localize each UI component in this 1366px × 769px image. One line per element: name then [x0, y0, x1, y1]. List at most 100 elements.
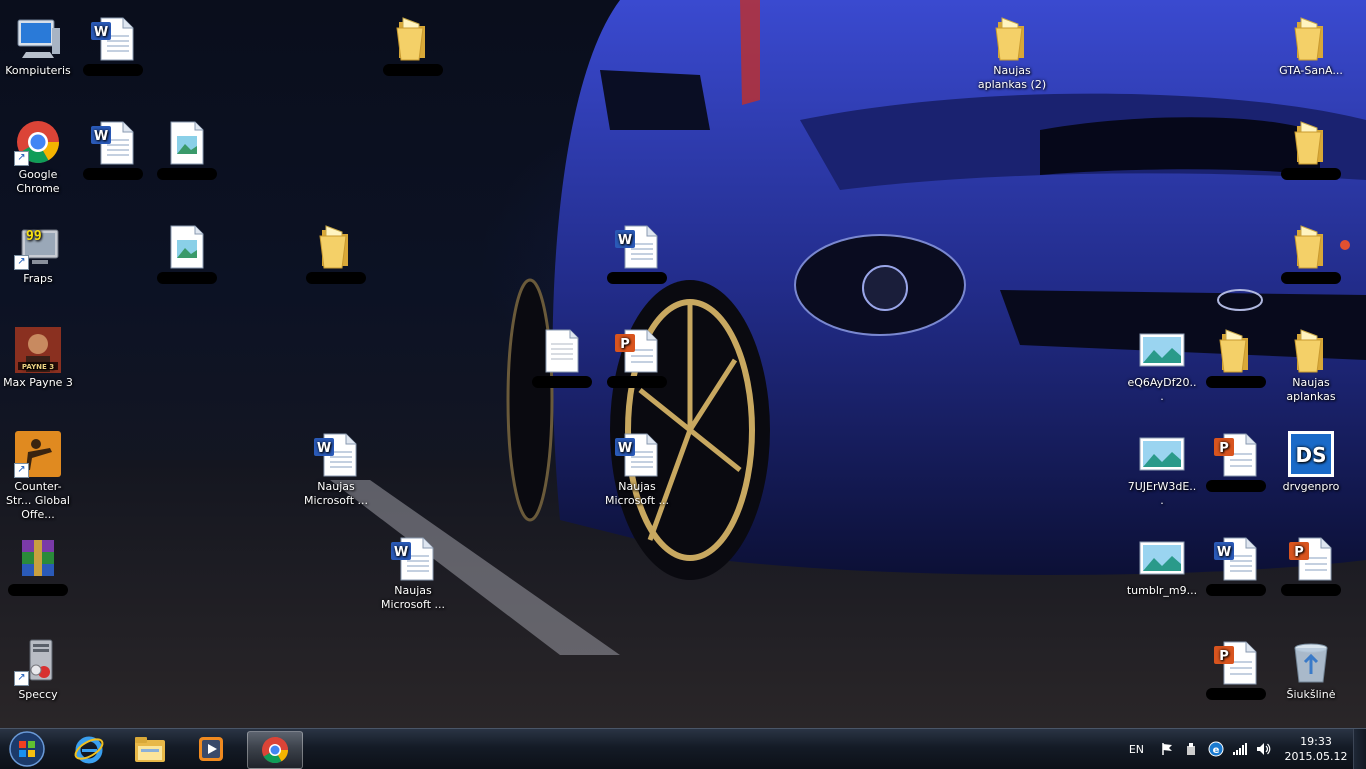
computer-icon [14, 14, 62, 62]
desktop-icon-label: Fraps [23, 272, 53, 285]
desktop-icon-folder[interactable] [1198, 320, 1274, 388]
desktop-icon-powerpoint[interactable]: P [1273, 528, 1349, 596]
media-player-icon [199, 737, 223, 761]
desktop-icon-folder[interactable]: GTA-SanA... [1273, 8, 1349, 78]
desktop-icon-recycle[interactable]: Šiukšlinė [1273, 632, 1349, 702]
desktop-icon-csgo[interactable]: ↗ Counter-Str... Global Offe... [0, 424, 76, 522]
desktop-icon-powerpoint[interactable]: P [1198, 632, 1274, 700]
word-icon: W [312, 430, 360, 478]
svg-text:W: W [94, 25, 108, 40]
word-icon: W [1212, 534, 1260, 582]
svg-text:99: 99 [26, 229, 42, 244]
svg-text:W: W [317, 441, 331, 456]
show-desktop-button[interactable] [1353, 729, 1366, 769]
taskbar-google-chrome[interactable] [247, 731, 303, 769]
desktop-icon-word[interactable]: W [1198, 528, 1274, 596]
svg-text:P: P [1294, 545, 1304, 560]
language-indicator[interactable]: EN [1129, 743, 1144, 756]
desktop-icon-powerpoint[interactable]: P [599, 320, 675, 388]
desktop-icon-word[interactable]: W [75, 8, 151, 76]
desktop-icon-chrome[interactable]: ↗ Google Chrome [0, 112, 76, 196]
desktop-icon-image[interactable]: eQ6AyDf20... [1124, 320, 1200, 404]
desktop-icon-folder[interactable] [298, 216, 374, 284]
csgo-icon: ↗ [14, 430, 62, 478]
chrome-icon [262, 737, 289, 764]
word-icon: W [613, 430, 661, 478]
taskbar-windows-explorer[interactable] [123, 731, 177, 767]
taskbar-internet-explorer[interactable] [62, 731, 116, 767]
powerpoint-icon: P [1212, 430, 1260, 478]
folder-icon [1287, 222, 1335, 270]
network-signal-icon[interactable] [1232, 742, 1248, 756]
redacted-label [607, 272, 667, 284]
taskbar-media-player[interactable] [184, 731, 238, 767]
redacted-label [8, 584, 68, 596]
desktop-icon-image[interactable]: tumblr_m9... [1124, 528, 1200, 598]
image-icon [1138, 534, 1186, 582]
svg-text:DS: DS [1295, 443, 1326, 467]
clock-date: 2015.05.12 [1284, 750, 1348, 763]
desktop-icon-computer[interactable]: Kompiuteris [0, 8, 76, 78]
redacted-label [1206, 376, 1266, 388]
desktop-icon-label: Counter-Str... Global Offe... [6, 480, 70, 521]
desktop-icon-word[interactable]: W [75, 112, 151, 180]
redacted-label [306, 272, 366, 284]
desktop-icon-folder[interactable] [375, 8, 451, 76]
action-center-flag-icon[interactable] [1160, 742, 1174, 756]
desktop-icon-word[interactable]: W Naujas Microsoft ... [375, 528, 451, 612]
desktop-icon-folder[interactable] [1273, 112, 1349, 180]
desktop-icon-ds[interactable]: DS drvgenpro [1273, 424, 1349, 494]
desktop-icon-label: Kompiuteris [5, 64, 71, 77]
volume-speaker-icon[interactable] [1256, 742, 1272, 756]
desktop-icon-text[interactable] [524, 320, 600, 388]
desktop-icon-word[interactable]: W [599, 216, 675, 284]
svg-text:W: W [394, 545, 408, 560]
desktop-icon-image[interactable]: 7UJErW3dE... [1124, 424, 1200, 508]
shortcut-arrow-icon: ↗ [14, 255, 29, 270]
redacted-label [83, 168, 143, 180]
winrar-icon [14, 534, 62, 582]
text-icon [538, 326, 586, 374]
word-icon: W [89, 14, 137, 62]
desktop-icon-winrar[interactable] [0, 528, 76, 596]
redacted-label [1281, 272, 1341, 284]
redacted-label [1281, 168, 1341, 180]
taskbar: EN e 19:33 2015.05.12 [0, 728, 1366, 769]
doc-image-icon [163, 222, 211, 270]
clock[interactable]: 19:33 2015.05.12 [1284, 734, 1348, 764]
desktop-icon-folder[interactable]: Naujas aplankas (2) [974, 8, 1050, 92]
svg-text:e: e [1213, 745, 1220, 756]
safely-remove-hardware-icon[interactable] [1184, 742, 1198, 756]
desktop-icon-label: tumblr_m9... [1126, 584, 1198, 597]
shortcut-arrow-icon: ↗ [14, 151, 29, 166]
desktop-icon-doc-image[interactable] [149, 216, 225, 284]
start-button[interactable] [2, 731, 52, 767]
desktop-icon-doc-image[interactable] [149, 112, 225, 180]
desktop-icon-maxpayne[interactable]: PAYNE 3 Max Payne 3 [0, 320, 76, 390]
desktop-icon-word[interactable]: W Naujas Microsoft ... [599, 424, 675, 508]
system-tray: EN e 19:33 2015.05.12 [1129, 729, 1366, 769]
folder-icon [1287, 14, 1335, 62]
desktop-icon-label: Max Payne 3 [3, 376, 73, 389]
windows-orb-icon [9, 731, 45, 767]
redacted-label [1206, 688, 1266, 700]
desktop-icon-label: Šiukšlinė [1286, 688, 1336, 701]
svg-text:W: W [1217, 545, 1231, 560]
desktop-icon-folder[interactable] [1273, 216, 1349, 284]
svg-text:W: W [618, 441, 632, 456]
desktop-icon-word[interactable]: W Naujas Microsoft ... [298, 424, 374, 508]
svg-text:P: P [1219, 649, 1229, 664]
e-app-tray-icon[interactable]: e [1208, 741, 1224, 757]
redacted-label [1206, 480, 1266, 492]
desktop-icon-label: Naujas aplankas (2) [977, 64, 1047, 91]
folder-icon [1287, 326, 1335, 374]
desktop-icon-speccy[interactable]: ↗ Speccy [0, 632, 76, 702]
internet-explorer-icon [74, 736, 104, 764]
desktop-icon-label: Naujas aplankas [1286, 376, 1336, 403]
powerpoint-icon: P [1212, 638, 1260, 686]
desktop-icon-fraps[interactable]: 99 ↗ Fraps [0, 216, 76, 286]
svg-text:W: W [618, 233, 632, 248]
desktop-icon-folder[interactable]: Naujas aplankas [1273, 320, 1349, 404]
desktop-icon-powerpoint[interactable]: P [1198, 424, 1274, 492]
redacted-label [157, 168, 217, 180]
